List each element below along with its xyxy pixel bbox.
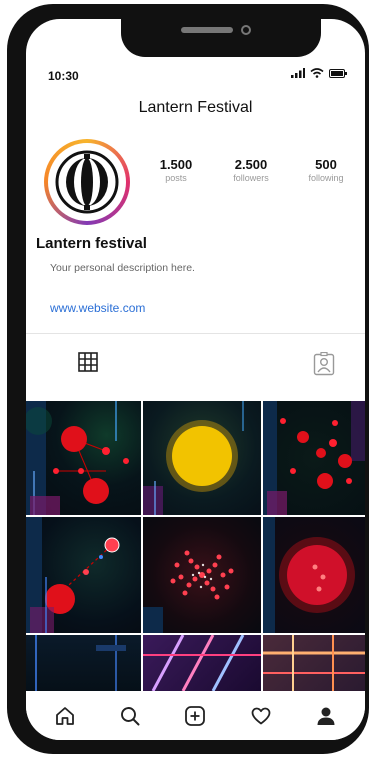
post-thumbnail[interactable] — [26, 635, 141, 691]
post-thumbnail[interactable] — [26, 517, 141, 633]
nav-activity[interactable] — [248, 703, 274, 729]
signal-icon — [291, 68, 305, 78]
camera — [241, 25, 251, 35]
post-image — [143, 635, 261, 691]
notch — [121, 19, 321, 57]
post-image — [26, 517, 120, 633]
stat-label: following — [308, 173, 344, 183]
nav-home[interactable] — [52, 703, 78, 729]
stat-label: followers — [233, 173, 269, 183]
post-image — [263, 401, 365, 515]
nav-profile[interactable] — [313, 703, 339, 729]
profile-icon — [317, 707, 335, 725]
post-image — [143, 401, 244, 515]
profile-website-link[interactable]: www.website.com — [50, 301, 145, 315]
stat-posts[interactable]: 1.500 posts — [141, 157, 211, 183]
divider — [26, 333, 365, 334]
status-icons — [291, 68, 347, 78]
nav-search[interactable] — [117, 703, 143, 729]
speaker — [181, 27, 233, 33]
post-thumbnail[interactable] — [263, 517, 365, 633]
stat-following[interactable]: 500 following — [291, 157, 361, 183]
tagged-icon — [313, 351, 335, 376]
post-image — [35, 635, 126, 691]
post-image — [263, 517, 355, 633]
wifi-icon — [310, 68, 324, 78]
post-thumbnail[interactable] — [26, 401, 141, 515]
post-image — [263, 635, 365, 691]
stat-followers[interactable]: 2.500 followers — [216, 157, 286, 183]
battery-icon — [329, 68, 347, 78]
post-thumbnail[interactable] — [263, 635, 365, 691]
heart-icon — [251, 707, 271, 724]
post-image — [26, 401, 129, 515]
add-post-icon — [185, 705, 206, 726]
status-time: 10:30 — [48, 69, 79, 83]
post-thumbnail[interactable] — [143, 517, 261, 633]
bottom-nav — [26, 691, 365, 740]
lantern-logo-icon — [55, 150, 119, 214]
avatar[interactable] — [44, 139, 130, 225]
post-thumbnail[interactable] — [263, 401, 365, 515]
post-image — [143, 550, 234, 633]
stat-number: 500 — [315, 157, 337, 172]
home-icon — [55, 706, 74, 725]
stat-label: posts — [165, 173, 187, 183]
tab-posts-grid[interactable] — [78, 352, 98, 377]
profile-name: Lantern festival — [36, 235, 147, 252]
search-icon — [121, 706, 140, 725]
profile-title: Lantern Festival — [138, 99, 253, 116]
stat-number: 2.500 — [234, 157, 268, 172]
phone-screen: 10:30 Lantern Festival 1.500 posts 2.500… — [26, 19, 365, 740]
tab-tagged[interactable] — [313, 351, 335, 381]
profile-description: Your personal description here. — [50, 262, 195, 274]
post-thumbnail[interactable] — [143, 635, 261, 691]
grid-icon — [78, 352, 98, 372]
post-thumbnail[interactable] — [143, 401, 261, 515]
phone-frame: 10:30 Lantern Festival 1.500 posts 2.500… — [7, 4, 369, 754]
nav-add-post[interactable] — [182, 703, 208, 729]
posts-grid — [26, 401, 365, 691]
stat-number: 1.500 — [159, 157, 193, 172]
